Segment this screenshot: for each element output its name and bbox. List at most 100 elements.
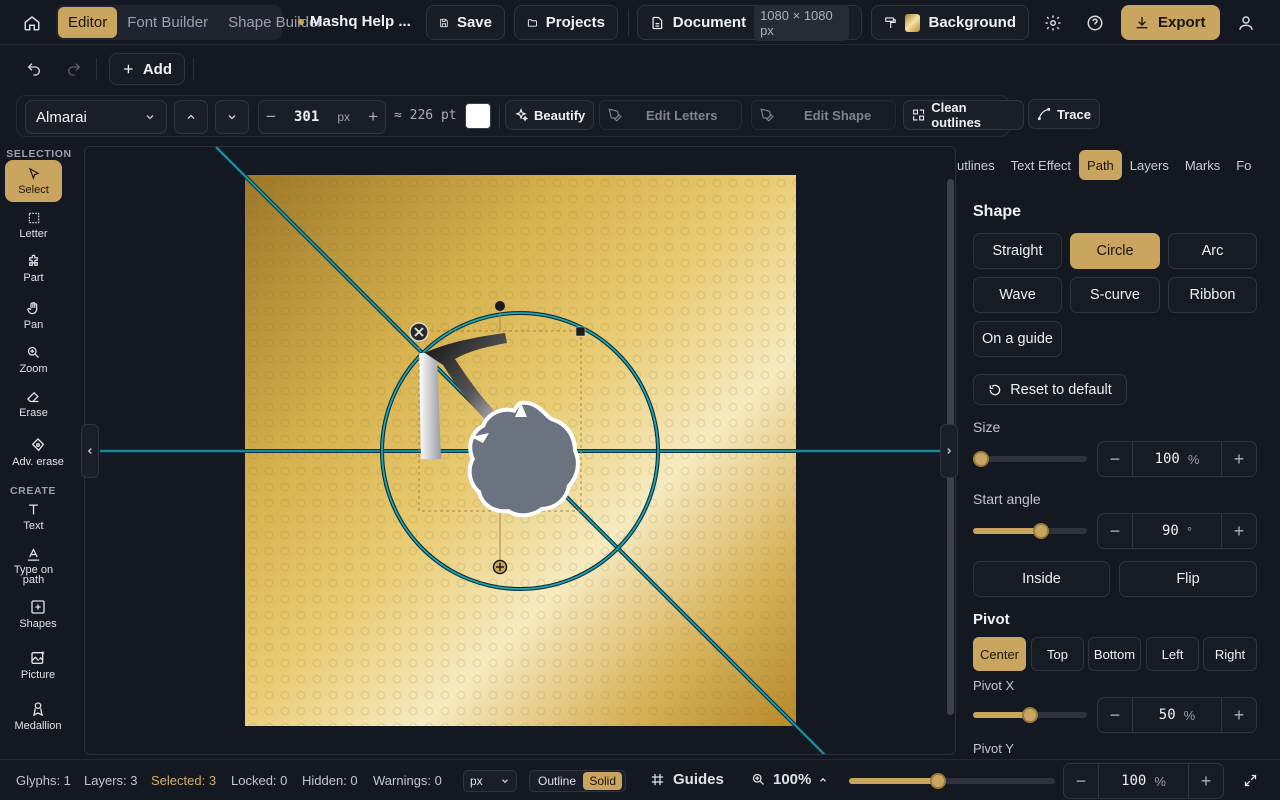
collapse-right-panel-button[interactable] — [940, 424, 958, 478]
pivot-top-button[interactable]: Top — [1031, 637, 1084, 671]
pivot-center-button[interactable]: Center — [973, 637, 1026, 671]
edit-shape-button[interactable]: Edit Shape — [751, 100, 896, 130]
shape-on-a-guide-button[interactable]: On a guide — [973, 321, 1062, 357]
size-value-field[interactable]: 100% — [1132, 442, 1222, 476]
tab-text-effect[interactable]: Text Effect — [1003, 150, 1079, 180]
tab-font[interactable]: Fo — [1228, 150, 1259, 180]
delete-close-icon[interactable] — [409, 322, 429, 342]
pivot-bottom-button[interactable]: Bottom — [1088, 637, 1141, 671]
scalloped-badge-shape[interactable] — [467, 400, 580, 518]
zoom-readout: 100% — [773, 771, 812, 788]
font-size-value[interactable]: 301 — [294, 109, 319, 125]
next-font-button[interactable] — [215, 100, 249, 134]
shape-arc-button[interactable]: Arc — [1168, 233, 1257, 269]
zoom-in-button[interactable]: + — [1189, 764, 1223, 798]
unit-select[interactable]: px — [463, 770, 517, 792]
export-button[interactable]: Export — [1121, 5, 1220, 40]
add-button[interactable]: Add — [109, 53, 185, 85]
pivot-right-button[interactable]: Right — [1203, 637, 1257, 671]
redo-icon[interactable] — [59, 54, 89, 84]
pivot-left-button[interactable]: Left — [1146, 637, 1199, 671]
save-button[interactable]: Save — [426, 5, 505, 40]
tab-marks[interactable]: Marks — [1177, 150, 1228, 180]
collapse-left-panel-button[interactable] — [81, 424, 99, 478]
chevron-down-icon — [502, 779, 508, 784]
zoom-tool[interactable]: Zoom — [5, 339, 62, 381]
background-button[interactable]: Background — [871, 5, 1029, 40]
clean-outlines-button[interactable]: Clean outlines — [903, 100, 1024, 130]
zoom-menu[interactable]: 100% — [751, 771, 828, 788]
pivot-x-value-field[interactable]: 50% — [1132, 698, 1222, 732]
size-decrease-button[interactable]: − — [1098, 442, 1132, 476]
start-angle-increase-button[interactable]: + — [1222, 514, 1256, 548]
pan-tool[interactable]: Pan — [5, 295, 62, 337]
fullscreen-expand-icon[interactable] — [1235, 765, 1265, 795]
tab-editor[interactable]: Editor — [58, 7, 118, 38]
shapes-tool[interactable]: Shapes — [5, 593, 71, 635]
help-circle-icon[interactable] — [1080, 8, 1110, 38]
shape-straight-button[interactable]: Straight — [973, 233, 1062, 269]
tab-outlines[interactable]: utlines — [957, 150, 1003, 180]
solid-option[interactable]: Solid — [583, 772, 622, 790]
medallion-tool[interactable]: Medallion — [5, 695, 71, 737]
font-select[interactable]: Almarai — [25, 100, 167, 134]
settings-gear-icon[interactable] — [1038, 8, 1068, 38]
home-icon[interactable] — [17, 8, 47, 38]
projects-button[interactable]: Projects — [514, 5, 618, 40]
canvas-viewport[interactable] — [84, 146, 956, 755]
pivot-x-decrease-button[interactable]: − — [1098, 698, 1132, 732]
guides-toggle[interactable]: Guides — [650, 771, 724, 788]
shape-s-curve-button[interactable]: S-curve — [1070, 277, 1160, 313]
document-button[interactable]: Document 1080 × 1080 px — [637, 4, 862, 41]
trace-button[interactable]: Trace — [1028, 99, 1100, 129]
size-value: 100 — [1154, 451, 1180, 467]
shape-wave-button[interactable]: Wave — [973, 277, 1062, 313]
outline-option[interactable]: Outline — [538, 774, 576, 788]
pivot-x-slider[interactable] — [973, 707, 1087, 723]
part-tool[interactable]: Part — [5, 248, 62, 290]
top-bar: Editor Font Builder Shape Builder Mashq … — [0, 0, 1280, 45]
tab-layers[interactable]: Layers — [1122, 150, 1177, 180]
size-slider-knob[interactable] — [973, 451, 989, 467]
shape-circle-button[interactable]: Circle — [1070, 233, 1160, 269]
letter-tool[interactable]: Letter — [5, 204, 62, 246]
size-increase-button[interactable]: + — [1222, 442, 1256, 476]
type-on-path-tool[interactable]: Type on path — [5, 543, 62, 589]
zoom-value-field[interactable]: 100% — [1098, 764, 1189, 798]
pivot-handle-icon[interactable] — [492, 559, 508, 575]
tab-font-builder[interactable]: Font Builder — [117, 7, 218, 38]
advanced-erase-tool[interactable]: Adv. erase — [5, 431, 71, 473]
canvas-overlay — [100, 147, 945, 754]
picture-tool[interactable]: Picture — [5, 644, 71, 686]
fill-color-swatch[interactable] — [465, 103, 491, 129]
user-icon[interactable] — [1231, 8, 1261, 38]
pivot-x-increase-button[interactable]: + — [1222, 698, 1256, 732]
start-angle-slider-knob[interactable] — [1033, 523, 1049, 539]
pivot-x-slider-knob[interactable] — [1022, 707, 1038, 723]
shape-ribbon-button[interactable]: Ribbon — [1168, 277, 1257, 313]
start-angle-decrease-button[interactable]: − — [1098, 514, 1132, 548]
previous-font-button[interactable] — [174, 100, 208, 134]
zoom-out-button[interactable]: − — [1064, 764, 1098, 798]
zoom-slider[interactable] — [849, 773, 1055, 789]
help-link[interactable]: Mashq Help ... — [298, 13, 411, 30]
tab-path[interactable]: Path — [1079, 150, 1122, 180]
start-angle-slider[interactable] — [973, 523, 1087, 539]
rotation-handle[interactable] — [495, 301, 505, 311]
zoom-slider-knob[interactable] — [930, 773, 946, 789]
reset-to-default-button[interactable]: Reset to default — [973, 374, 1127, 405]
erase-tool[interactable]: Erase — [5, 383, 62, 425]
increase-size-button[interactable]: + — [368, 107, 378, 127]
text-tool[interactable]: Text — [5, 496, 62, 538]
size-slider[interactable] — [973, 451, 1087, 467]
flip-button[interactable]: Flip — [1119, 561, 1257, 597]
decrease-size-button[interactable]: − — [266, 107, 276, 127]
start-angle-value-field[interactable]: 90 ° — [1132, 514, 1222, 548]
undo-icon[interactable] — [19, 54, 49, 84]
paint-roller-icon — [885, 16, 896, 28]
beautify-button[interactable]: Beautify — [505, 100, 595, 130]
edit-letters-button[interactable]: Edit Letters — [599, 100, 742, 130]
select-tool[interactable]: Select — [5, 160, 62, 202]
scale-handle[interactable] — [575, 326, 586, 337]
inside-button[interactable]: Inside — [973, 561, 1110, 597]
